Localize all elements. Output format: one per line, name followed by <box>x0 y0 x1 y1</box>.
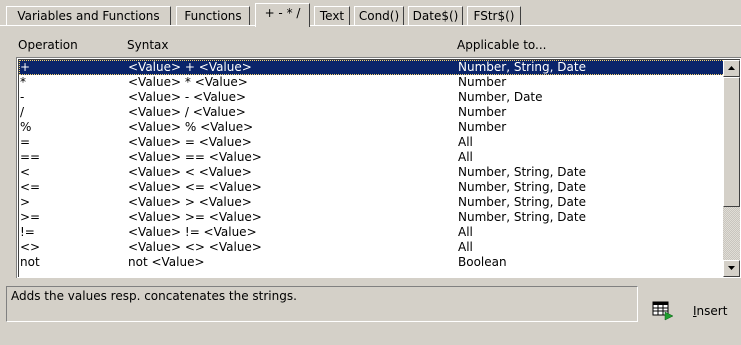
syntax-cell: not <Value> <box>128 255 205 269</box>
operator-row[interactable]: > <Value> > <Value> Number, String, Date <box>19 195 727 210</box>
operation-cell: - <box>20 90 25 104</box>
applicable-cell: Boolean <box>458 255 507 269</box>
syntax-cell: <Value> / <Value> <box>128 105 246 119</box>
description-box: Adds the values resp. concatenates the s… <box>6 286 638 322</box>
scroll-thumb[interactable] <box>723 77 740 207</box>
syntax-cell: <Value> % <Value> <box>128 120 254 134</box>
applicable-cell: Number <box>458 75 507 89</box>
operation-cell: <> <box>20 240 41 254</box>
description-text: Adds the values resp. concatenates the s… <box>11 289 297 303</box>
syntax-cell: <Value> <> <Value> <box>128 240 262 254</box>
applicable-cell: Number, String, Date <box>458 210 586 224</box>
syntax-cell: <Value> = <Value> <box>128 135 252 149</box>
insert-label-rest: nsert <box>696 303 728 318</box>
operator-row[interactable]: / <Value> / <Value> Number <box>19 105 727 120</box>
tab-cond[interactable]: Cond() <box>354 6 404 25</box>
operation-cell: = <box>20 135 31 149</box>
column-header-operation[interactable]: Operation <box>18 36 78 54</box>
syntax-cell: <Value> != <Value> <box>128 225 257 239</box>
syntax-cell: <Value> == <Value> <box>128 150 262 164</box>
tab-variables-and-functions[interactable]: Variables and Functions <box>6 6 171 25</box>
syntax-cell: <Value> - <Value> <box>128 90 247 104</box>
applicable-cell: Number, String, Date <box>458 195 586 209</box>
applicable-cell: Number, String, Date <box>458 180 586 194</box>
operator-list[interactable]: + <Value> + <Value> Number, String, Date * <… <box>16 57 741 278</box>
operation-cell: >= <box>20 210 41 224</box>
operation-cell: % <box>20 120 32 134</box>
operation-cell: < <box>20 165 31 179</box>
syntax-cell: <Value> * <Value> <box>128 75 248 89</box>
operator-row[interactable]: * <Value> * <Value> Number <box>19 75 727 90</box>
tab-operators[interactable]: + - * / <box>255 3 310 27</box>
tab-fstr[interactable]: FStr$() <box>467 6 521 25</box>
insert-table-icon <box>652 301 674 320</box>
operator-row[interactable]: == <Value> == <Value> All <box>19 150 727 165</box>
syntax-cell: <Value> <= <Value> <box>128 180 262 194</box>
column-header-applicable[interactable]: Applicable to... <box>457 36 547 54</box>
operator-row[interactable]: < <Value> < <Value> Number, String, Date <box>19 165 727 180</box>
operator-row[interactable]: <> <Value> <> <Value> All <box>19 240 727 255</box>
scroll-track[interactable] <box>723 207 740 260</box>
tab-date[interactable]: Date$() <box>408 6 463 25</box>
syntax-cell: <Value> + <Value> <box>128 60 252 74</box>
insert-button-label: Insert <box>693 304 727 318</box>
tab-divider <box>0 25 741 26</box>
scroll-down-button[interactable] <box>723 260 740 277</box>
column-header-syntax[interactable]: Syntax <box>127 36 168 54</box>
applicable-cell: Number <box>458 105 507 119</box>
operation-cell: != <box>20 225 35 239</box>
operation-cell: / <box>20 105 25 119</box>
applicable-cell: Number, Date <box>458 90 543 104</box>
operation-cell: + <box>20 60 31 74</box>
applicable-cell: All <box>458 150 473 164</box>
operator-row[interactable]: % <Value> % <Value> Number <box>19 120 727 135</box>
vertical-scrollbar[interactable] <box>723 60 740 277</box>
operator-row[interactable]: = <Value> = <Value> All <box>19 135 727 150</box>
operator-row[interactable]: - <Value> - <Value> Number, Date <box>19 90 727 105</box>
tab-text[interactable]: Text <box>314 6 350 25</box>
insert-button[interactable]: Insert <box>645 297 737 324</box>
applicable-cell: All <box>458 135 473 149</box>
syntax-cell: <Value> > <Value> <box>128 195 252 209</box>
operator-row[interactable]: + <Value> + <Value> Number, String, Date <box>19 60 727 75</box>
operator-row[interactable]: >= <Value> >= <Value> Number, String, Date <box>19 210 727 225</box>
tab-functions[interactable]: Functions <box>176 6 250 25</box>
operator-rows: + <Value> + <Value> Number, String, Date * <… <box>19 60 727 270</box>
operation-cell: <= <box>20 180 41 194</box>
operator-row[interactable]: != <Value> != <Value> All <box>19 225 727 240</box>
arrow-down-icon <box>728 266 735 270</box>
arrow-up-icon <box>728 66 735 70</box>
operation-cell: > <box>20 195 31 209</box>
applicable-cell: All <box>458 240 473 254</box>
applicable-cell: Number, String, Date <box>458 60 586 74</box>
operation-cell: == <box>20 150 41 164</box>
applicable-cell: Number, String, Date <box>458 165 586 179</box>
tab-bar: Variables and Functions Functions + - * … <box>6 0 741 27</box>
operation-cell: not <box>20 255 40 269</box>
operator-row[interactable]: <= <Value> <= <Value> Number, String, Date <box>19 180 727 195</box>
scroll-up-button[interactable] <box>723 60 740 77</box>
operator-row[interactable]: not not <Value> Boolean <box>19 255 727 270</box>
syntax-cell: <Value> < <Value> <box>128 165 252 179</box>
applicable-cell: All <box>458 225 473 239</box>
operation-cell: * <box>20 75 26 89</box>
syntax-cell: <Value> >= <Value> <box>128 210 262 224</box>
applicable-cell: Number <box>458 120 507 134</box>
